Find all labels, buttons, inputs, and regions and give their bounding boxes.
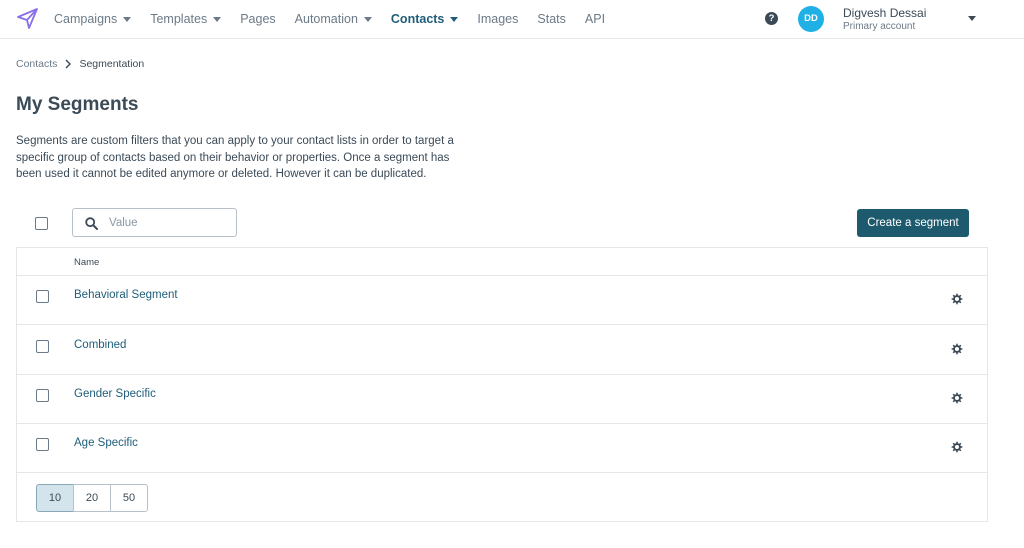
row-checkbox[interactable] (36, 290, 49, 303)
gear-icon[interactable] (950, 292, 964, 306)
chevron-down-icon (363, 16, 372, 22)
nav-item-label: Images (477, 12, 519, 26)
page-size-10-button[interactable]: 10 (36, 484, 74, 512)
nav-item-label: Automation (294, 12, 358, 26)
help-icon[interactable]: ? (765, 12, 778, 25)
table-header: Name (17, 248, 987, 276)
segments-table: Name Behavioral Segment Combined Gender … (16, 247, 988, 522)
chevron-down-icon (123, 16, 132, 22)
page-size-50-button[interactable]: 50 (110, 484, 148, 512)
nav-item-automation[interactable]: Automation (295, 12, 372, 26)
main-nav: Campaigns Templates Pages Automation Con… (54, 0, 624, 38)
top-navbar: Campaigns Templates Pages Automation Con… (0, 0, 1024, 39)
nav-item-label: Campaigns (54, 12, 118, 26)
search-box (72, 208, 237, 237)
column-header-name[interactable]: Name (74, 257, 99, 268)
gear-icon[interactable] (950, 440, 964, 454)
chevron-down-icon (213, 16, 222, 22)
create-segment-button[interactable]: Create a segment (857, 209, 969, 237)
account-type: Primary account (843, 21, 916, 32)
pagination: 10 20 50 (36, 484, 148, 512)
nav-item-pages[interactable]: Pages (240, 12, 275, 26)
segment-name-link[interactable]: Gender Specific (74, 388, 156, 400)
chevron-down-icon[interactable] (968, 16, 976, 21)
user-name[interactable]: Digvesh Dessai (843, 6, 926, 20)
table-row: Behavioral Segment (17, 276, 987, 325)
table-row: Age Specific (17, 424, 987, 473)
search-icon (85, 217, 98, 230)
nav-item-stats[interactable]: Stats (537, 12, 566, 26)
avatar[interactable]: DD (798, 6, 824, 32)
search-input[interactable] (109, 213, 229, 233)
row-checkbox[interactable] (36, 438, 49, 451)
breadcrumb-current: Segmentation (79, 58, 145, 70)
nav-item-label: Pages (240, 12, 276, 26)
nav-item-contacts[interactable]: Contacts (390, 12, 459, 26)
select-all-checkbox[interactable] (35, 217, 48, 230)
breadcrumb-contacts[interactable]: Contacts (16, 58, 57, 70)
table-row: Combined (17, 326, 987, 375)
paper-plane-icon[interactable] (16, 7, 40, 31)
chevron-down-icon (450, 16, 459, 22)
nav-item-label: Templates (150, 12, 208, 26)
chevron-right-icon (64, 59, 72, 69)
table-row: Gender Specific (17, 375, 987, 424)
page-title: My Segments (16, 94, 139, 115)
nav-item-campaigns[interactable]: Campaigns (54, 12, 132, 26)
nav-item-images[interactable]: Images (477, 12, 518, 26)
breadcrumb: Contacts Segmentation (16, 58, 144, 70)
nav-item-label: Stats (537, 12, 566, 26)
nav-item-templates[interactable]: Templates (150, 12, 222, 26)
gear-icon[interactable] (950, 391, 964, 405)
segment-name-link[interactable]: Behavioral Segment (74, 289, 178, 301)
page-description: Segments are custom filters that you can… (16, 135, 454, 180)
gear-icon[interactable] (950, 342, 964, 356)
segment-name-link[interactable]: Age Specific (74, 437, 138, 449)
row-checkbox[interactable] (36, 389, 49, 402)
nav-item-label: Contacts (390, 12, 445, 26)
segment-name-link[interactable]: Combined (74, 339, 126, 351)
row-checkbox[interactable] (36, 340, 49, 353)
page-size-20-button[interactable]: 20 (73, 484, 111, 512)
nav-item-label: API (584, 12, 606, 26)
nav-item-api[interactable]: API (585, 12, 605, 26)
